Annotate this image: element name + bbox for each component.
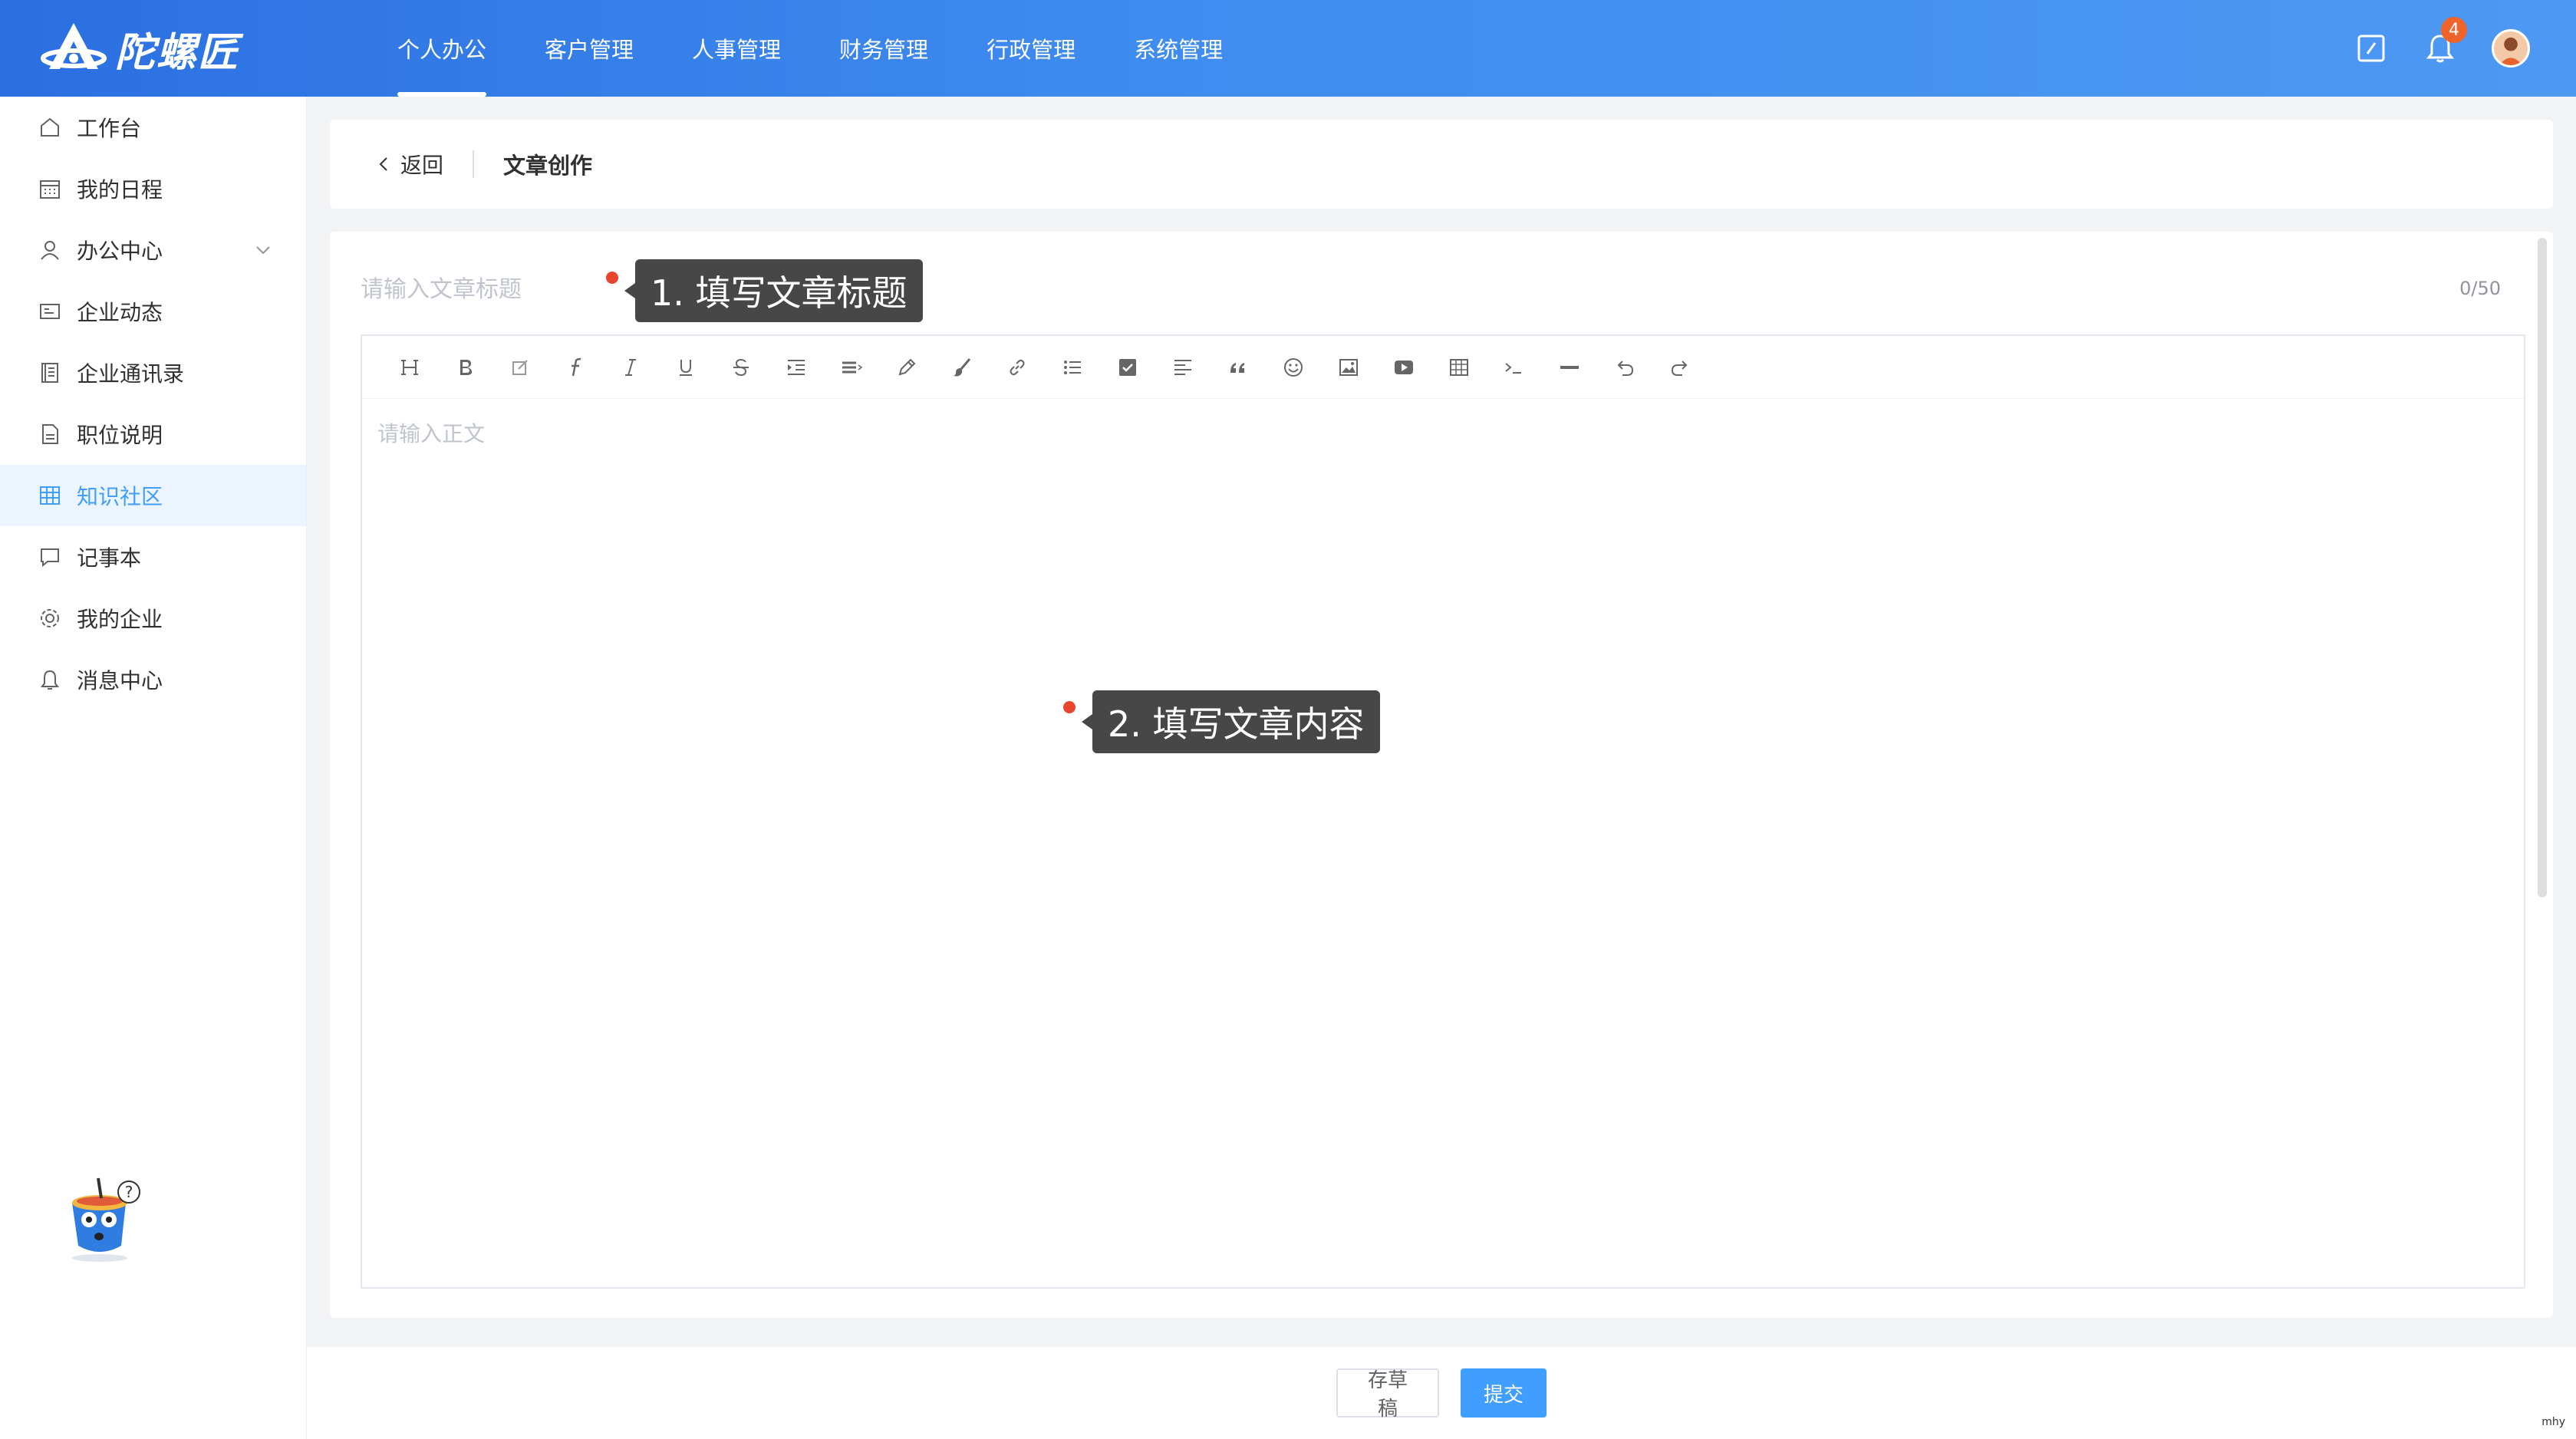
- checkbox-icon[interactable]: [1100, 344, 1155, 390]
- save-draft-button[interactable]: 存草稿: [1336, 1368, 1439, 1421]
- sidebar-item-company-news[interactable]: 企业动态: [0, 281, 306, 342]
- svg-text:?: ?: [125, 1183, 133, 1201]
- title-hint-tooltip: 1. 填写文章标题: [624, 259, 923, 322]
- rich-text-editor: 请输入正文: [361, 334, 2525, 1289]
- brush-icon[interactable]: [934, 344, 990, 390]
- notification-badge: 4: [2441, 17, 2467, 43]
- video-icon[interactable]: [1376, 344, 1431, 390]
- logo-icon: [41, 23, 107, 69]
- link-icon[interactable]: [990, 344, 1045, 390]
- watermark: mhy: [2541, 1416, 2565, 1428]
- body-hint-tooltip: 2. 填写文章内容: [1082, 690, 1380, 753]
- table-icon: [37, 482, 63, 509]
- footer-actions: 存草稿 提交: [307, 1347, 2576, 1439]
- pen-icon[interactable]: [879, 344, 934, 390]
- document-icon: [37, 421, 63, 447]
- align-left-icon[interactable]: [1155, 344, 1211, 390]
- article-body-input[interactable]: 请输入正文: [362, 399, 2524, 1287]
- chevron-left-icon: [379, 157, 387, 171]
- notification-bell-icon[interactable]: 4: [2423, 17, 2467, 66]
- gear-icon: [37, 605, 63, 631]
- tooltip-text: 1. 填写文章标题: [651, 272, 908, 314]
- contacts-icon: [37, 360, 63, 386]
- sidebar-item-label: 职位说明: [77, 423, 163, 448]
- nav-finance[interactable]: 财务管理: [810, 0, 957, 97]
- indent-icon[interactable]: [769, 344, 824, 390]
- nav-admin[interactable]: 行政管理: [957, 0, 1105, 97]
- home-icon: [37, 114, 63, 140]
- quote-icon[interactable]: [1211, 344, 1266, 390]
- sidebar-item-label: 我的企业: [77, 607, 163, 632]
- page-header-card: 返回 文章创作: [330, 120, 2553, 209]
- user-avatar[interactable]: [2492, 29, 2530, 68]
- tooltip-text: 2. 填写文章内容: [1108, 703, 1365, 745]
- top-nav: 个人办公 客户管理 人事管理 财务管理 行政管理 系统管理: [368, 0, 1252, 97]
- sidebar-item-schedule[interactable]: 我的日程: [0, 158, 306, 219]
- annotation-dot: [1063, 701, 1076, 713]
- submit-button[interactable]: 提交: [1461, 1368, 1547, 1418]
- annotation-dot: [606, 272, 618, 284]
- logo[interactable]: 陀螺匠: [40, 20, 239, 77]
- back-button[interactable]: 返回: [376, 149, 443, 179]
- editor-toolbar: [362, 336, 2524, 399]
- underline-icon[interactable]: [658, 344, 713, 390]
- sidebar-item-label: 企业通讯录: [77, 361, 185, 387]
- heading-icon[interactable]: [382, 344, 437, 390]
- chevron-down-icon[interactable]: [252, 239, 274, 261]
- align-icon[interactable]: [824, 344, 879, 390]
- brand-name: 陀螺匠: [115, 29, 240, 76]
- chat-icon: [37, 544, 63, 570]
- sidebar-item-label: 我的日程: [77, 177, 163, 203]
- sidebar-item-label: 办公中心: [77, 239, 163, 264]
- nav-hr[interactable]: 人事管理: [663, 0, 810, 97]
- edit-icon[interactable]: [492, 344, 548, 390]
- sidebar-item-position[interactable]: 职位说明: [0, 403, 306, 465]
- back-label: 返回: [400, 153, 444, 178]
- sidebar: 工作台 我的日程 办公中心 企业动态 企业通讯录 职位说明 知识社区 记事本 我…: [0, 97, 307, 1439]
- title-counter: 0/50: [2459, 278, 2501, 299]
- undo-icon[interactable]: [1597, 344, 1652, 390]
- image-icon[interactable]: [1321, 344, 1376, 390]
- sidebar-item-my-company[interactable]: 我的企业: [0, 588, 306, 649]
- user-icon: [37, 237, 63, 263]
- nav-system[interactable]: 系统管理: [1105, 0, 1252, 97]
- font-icon[interactable]: [548, 344, 603, 390]
- calendar-icon: [37, 176, 63, 202]
- list-icon[interactable]: [1045, 344, 1100, 390]
- help-mascot-icon[interactable]: ?: [55, 1172, 147, 1264]
- sidebar-item-contacts[interactable]: 企业通讯录: [0, 342, 306, 403]
- top-header: 陀螺匠 个人办公 客户管理 人事管理 财务管理 行政管理 系统管理 4: [0, 0, 2576, 97]
- nav-customer[interactable]: 客户管理: [516, 0, 663, 97]
- header-actions: 4: [2354, 0, 2530, 97]
- strikethrough-icon[interactable]: [713, 344, 769, 390]
- sidebar-item-office-center[interactable]: 办公中心: [0, 219, 306, 281]
- table-insert-icon[interactable]: [1431, 344, 1487, 390]
- sidebar-item-label: 知识社区: [77, 484, 163, 509]
- horizontal-rule-icon[interactable]: [1542, 344, 1597, 390]
- redo-icon[interactable]: [1652, 344, 1708, 390]
- sidebar-item-label: 记事本: [77, 545, 142, 571]
- emoji-icon[interactable]: [1266, 344, 1321, 390]
- editor-card: 0/50: [330, 232, 2553, 1318]
- body-placeholder: 请输入正文: [377, 421, 486, 446]
- nav-personal-office[interactable]: 个人办公: [368, 0, 516, 97]
- sidebar-item-notebook[interactable]: 记事本: [0, 526, 306, 588]
- divider: [473, 150, 475, 178]
- sidebar-item-knowledge[interactable]: 知识社区: [0, 465, 306, 526]
- compose-icon[interactable]: [2354, 31, 2389, 66]
- sidebar-item-label: 工作台: [77, 116, 142, 141]
- code-icon[interactable]: [1487, 344, 1542, 390]
- sidebar-item-workbench[interactable]: 工作台: [0, 97, 306, 158]
- sidebar-item-messages[interactable]: 消息中心: [0, 649, 306, 710]
- italic-icon[interactable]: [603, 344, 658, 390]
- page-title: 文章创作: [503, 153, 593, 179]
- sidebar-item-label: 消息中心: [77, 668, 163, 693]
- bold-icon[interactable]: [437, 344, 492, 390]
- bell-icon: [37, 667, 63, 693]
- news-icon: [37, 298, 63, 324]
- sidebar-item-label: 企业动态: [77, 300, 163, 325]
- scrollbar[interactable]: [2538, 238, 2547, 897]
